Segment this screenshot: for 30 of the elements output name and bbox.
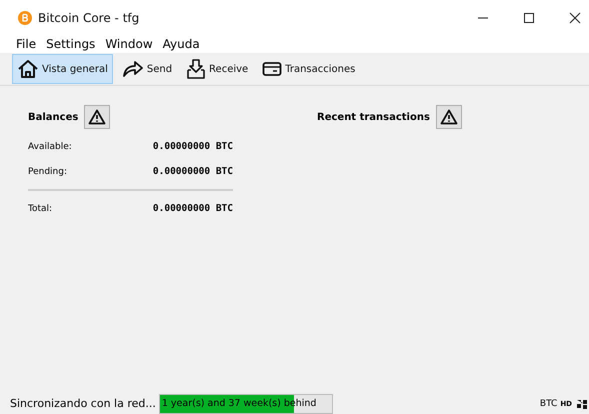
status-message: Sincronizando con la red... — [10, 397, 156, 410]
warning-icon — [88, 109, 106, 125]
inbox-icon — [186, 59, 206, 79]
window-title: Bitcoin Core - tfg — [38, 10, 140, 24]
unit-label: BTC — [540, 398, 558, 408]
toolbar-tab[interactable]: Transacciones — [257, 54, 360, 84]
menu-item[interactable]: Window — [105, 37, 153, 51]
menu-item[interactable]: Settings — [46, 37, 96, 51]
balance-label: Pending: — [28, 166, 68, 176]
bitcoin-logo-icon — [18, 10, 32, 24]
balance-value: 0.00000000 BTC — [152, 141, 233, 152]
toolbar-tab[interactable]: Send — [116, 54, 178, 84]
total-label: Total: — [28, 204, 52, 214]
section-title: Recent transactions — [317, 112, 430, 122]
toolbar-tab[interactable]: Receive — [181, 54, 254, 84]
warning-button[interactable] — [84, 105, 110, 129]
balance-label: Available: — [28, 142, 72, 152]
arrow-icon — [122, 60, 144, 78]
section-title: Balances — [28, 112, 78, 122]
house-icon — [17, 59, 39, 79]
total-value: 0.00000000 BTC — [152, 203, 233, 214]
warning-button[interactable] — [436, 105, 462, 129]
maximize-icon[interactable] — [523, 12, 535, 24]
menu-item[interactable]: Ayuda — [162, 37, 200, 51]
balance-value: 0.00000000 BTC — [152, 166, 233, 177]
card-icon — [262, 61, 282, 77]
toolbar-tab[interactable]: Vista general — [12, 54, 113, 84]
menu-item[interactable]: File — [16, 37, 36, 51]
warning-icon — [440, 109, 458, 125]
close-icon[interactable] — [569, 12, 581, 24]
